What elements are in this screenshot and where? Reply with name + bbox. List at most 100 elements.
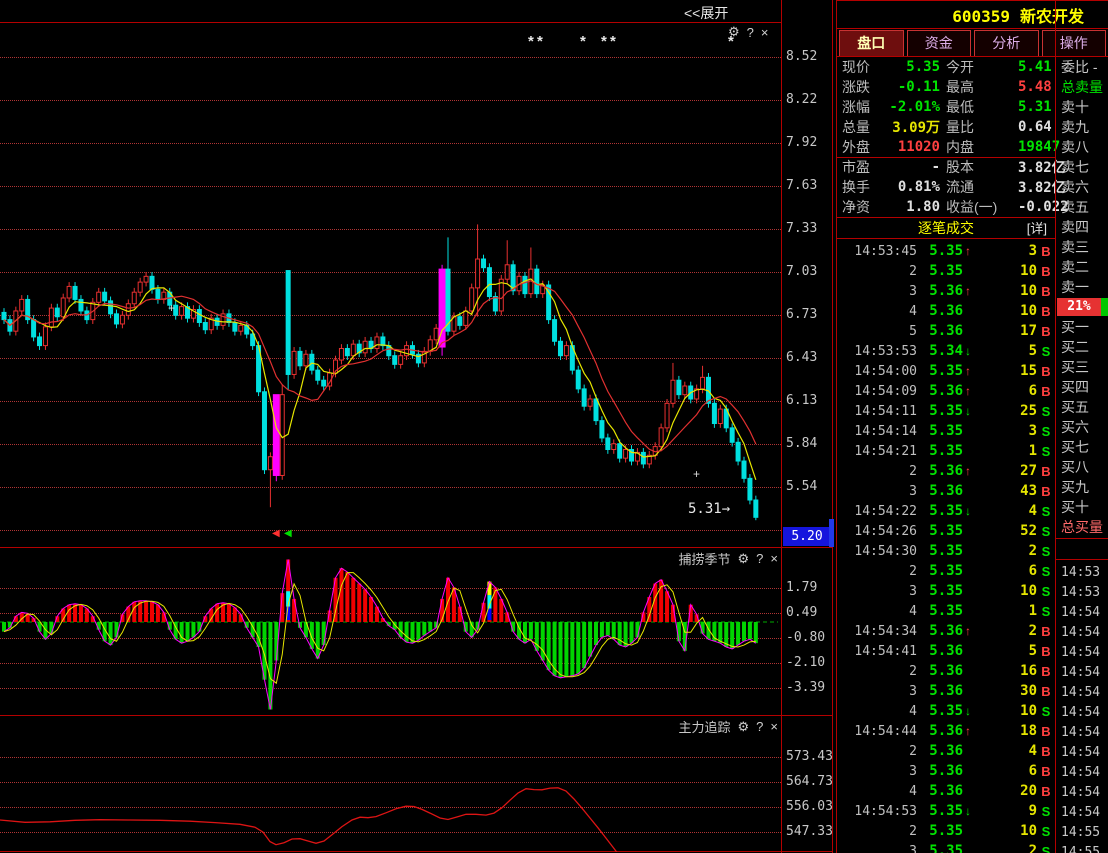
buy-level-label[interactable]: 买四 xyxy=(1056,377,1108,397)
tick-side: B xyxy=(1037,264,1055,279)
event-marker-icon: * xyxy=(601,38,607,46)
quote-label: 最高 xyxy=(946,77,1018,97)
sell-level-label[interactable]: 卖三 xyxy=(1056,237,1108,257)
tick-row[interactable]: 35.352S xyxy=(837,841,1055,853)
tick-row[interactable]: 25.356S xyxy=(837,561,1055,581)
buy-level-label[interactable]: 买九 xyxy=(1056,477,1108,497)
buy-level-label[interactable]: 买十 xyxy=(1056,497,1108,517)
tick-price: 5.35 xyxy=(917,563,963,579)
sell-level-label[interactable]: 卖六 xyxy=(1056,177,1108,197)
depth-column: 委比 -总卖量卖十卖九卖八卖七卖六卖五卖四卖三卖二卖一21%买一买二买三买四买五… xyxy=(1055,1,1108,853)
zhuli-chart[interactable] xyxy=(0,715,781,852)
tick-row[interactable]: 14:54:305.352S xyxy=(837,541,1055,561)
tick-row[interactable]: 25.36↑27B xyxy=(837,461,1055,481)
tick-volume: 10 xyxy=(979,263,1037,279)
sell-level-label[interactable]: 卖一 xyxy=(1056,277,1108,297)
tick-time: 14:54:09 xyxy=(837,384,917,399)
tick-side: B xyxy=(1037,284,1055,299)
buy-level-label[interactable]: 买三 xyxy=(1056,357,1108,377)
tick-time: 14:54:14 xyxy=(837,424,917,439)
tick-volume: 43 xyxy=(979,483,1037,499)
tick-row[interactable]: 14:54:265.3552S xyxy=(837,521,1055,541)
sell-level-label[interactable]: 卖五 xyxy=(1056,197,1108,217)
tick-row[interactable]: 14:54:215.351S xyxy=(837,441,1055,461)
expand-button[interactable]: <<展开 xyxy=(684,3,728,23)
tab-1[interactable]: 盘口 xyxy=(839,30,904,56)
tick-row[interactable]: 35.36↑10B xyxy=(837,281,1055,301)
tick-row[interactable]: 45.351S xyxy=(837,601,1055,621)
tick-row[interactable]: 25.3616B xyxy=(837,661,1055,681)
tick-list[interactable]: 14:53:455.35↑3B25.3510B35.36↑10B45.3610B… xyxy=(837,241,1055,853)
tick-price: 5.36 xyxy=(917,383,963,399)
weibi-row: 委比 - xyxy=(1056,57,1108,77)
tick-price: 5.36 xyxy=(917,483,963,499)
tick-row[interactable]: 14:54:535.35↓9S xyxy=(837,801,1055,821)
quote-row: 总量3.09万量比0.64 xyxy=(837,117,1055,137)
tick-row[interactable]: 45.35↓10S xyxy=(837,701,1055,721)
sell-level-label[interactable]: 卖八 xyxy=(1056,137,1108,157)
tick-volume: 4 xyxy=(979,743,1037,759)
quote-value: 1.80 xyxy=(880,199,946,215)
tick-row[interactable]: 14:53:535.34↓5S xyxy=(837,341,1055,361)
buy-level-label[interactable]: 买一 xyxy=(1056,317,1108,337)
tick-row[interactable]: 14:54:145.353S xyxy=(837,421,1055,441)
sell-level-label[interactable]: 卖二 xyxy=(1056,257,1108,277)
sell-level-label[interactable]: 卖九 xyxy=(1056,117,1108,137)
tick-row[interactable]: 25.3510B xyxy=(837,261,1055,281)
tick-volume: 1 xyxy=(979,443,1037,459)
tick-time: 3 xyxy=(837,844,917,853)
tick-side: S xyxy=(1037,504,1055,519)
buy-level-label[interactable]: 买五 xyxy=(1056,397,1108,417)
tick-row[interactable]: 55.3617B xyxy=(837,321,1055,341)
buy-level-label[interactable]: 买六 xyxy=(1056,417,1108,437)
tick-volume: 20 xyxy=(979,783,1037,799)
tick-row[interactable]: 14:54:345.36↑2B xyxy=(837,621,1055,641)
tick-row[interactable]: 14:54:095.36↑6B xyxy=(837,381,1055,401)
buy-level-label[interactable]: 买八 xyxy=(1056,457,1108,477)
tick-row[interactable]: 45.3610B xyxy=(837,301,1055,321)
tick-row[interactable]: 14:54:115.35↓25S xyxy=(837,401,1055,421)
sell-level-label[interactable]: 卖十 xyxy=(1056,97,1108,117)
tick-row[interactable]: 14:54:415.365B xyxy=(837,641,1055,661)
sell-level-label[interactable]: 卖七 xyxy=(1056,157,1108,177)
trading-terminal: <<展开 ⚙ ? × 捕捞季节 ⚙ ? × 主力追踪 ⚙ ? × 8.528.2… xyxy=(0,0,1108,853)
tick-side: B xyxy=(1037,244,1055,259)
tick-row[interactable]: 14:54:445.36↑18B xyxy=(837,721,1055,741)
tick-volume: 4 xyxy=(979,503,1037,519)
tick-volume: 9 xyxy=(979,803,1037,819)
tab-2[interactable]: 资金 xyxy=(907,30,972,56)
tick-time: 14:54:34 xyxy=(837,624,917,639)
buy-level-label[interactable]: 买二 xyxy=(1056,337,1108,357)
tick-time: 14:54:21 xyxy=(837,444,917,459)
stock-code: 600359 xyxy=(952,7,1010,26)
oscillator-chart[interactable] xyxy=(0,547,781,715)
tick-row[interactable]: 35.3510S xyxy=(837,581,1055,601)
tick-list-scrollbar[interactable] xyxy=(829,519,834,547)
tick-time: 14:54:30 xyxy=(837,544,917,559)
tick-volume: 10 xyxy=(979,283,1037,299)
tick-time: 4 xyxy=(837,704,917,719)
price-axis-label: 8.22 xyxy=(786,92,817,107)
quote-row: 换手0.81%流通3.82亿 xyxy=(837,177,1055,197)
tab-3[interactable]: 分析 xyxy=(974,30,1039,56)
tick-volume: 10 xyxy=(979,583,1037,599)
sell-level-label[interactable]: 卖四 xyxy=(1056,217,1108,237)
tick-time: 2 xyxy=(837,824,917,839)
tick-arrow-icon: ↑ xyxy=(963,624,979,638)
tick-row[interactable]: 14:54:225.35↓4S xyxy=(837,501,1055,521)
buy-level-label[interactable]: 买七 xyxy=(1056,437,1108,457)
tick-row[interactable]: 14:54:005.35↑15B xyxy=(837,361,1055,381)
event-marker-icon: * xyxy=(580,38,586,46)
tick-row[interactable]: 25.3510S xyxy=(837,821,1055,841)
tick-row[interactable]: 25.364B xyxy=(837,741,1055,761)
tick-detail-link[interactable]: [详] xyxy=(1027,218,1047,239)
kline-chart[interactable] xyxy=(0,22,781,547)
tick-row[interactable]: 14:53:455.35↑3B xyxy=(837,241,1055,261)
tick-row[interactable]: 35.3630B xyxy=(837,681,1055,701)
event-marker-icon: * xyxy=(728,38,734,46)
tick-side: B xyxy=(1037,624,1055,639)
tick-row[interactable]: 35.366B xyxy=(837,761,1055,781)
tick-row[interactable]: 45.3620B xyxy=(837,781,1055,801)
tick-side: S xyxy=(1037,604,1055,619)
tick-row[interactable]: 35.3643B xyxy=(837,481,1055,501)
